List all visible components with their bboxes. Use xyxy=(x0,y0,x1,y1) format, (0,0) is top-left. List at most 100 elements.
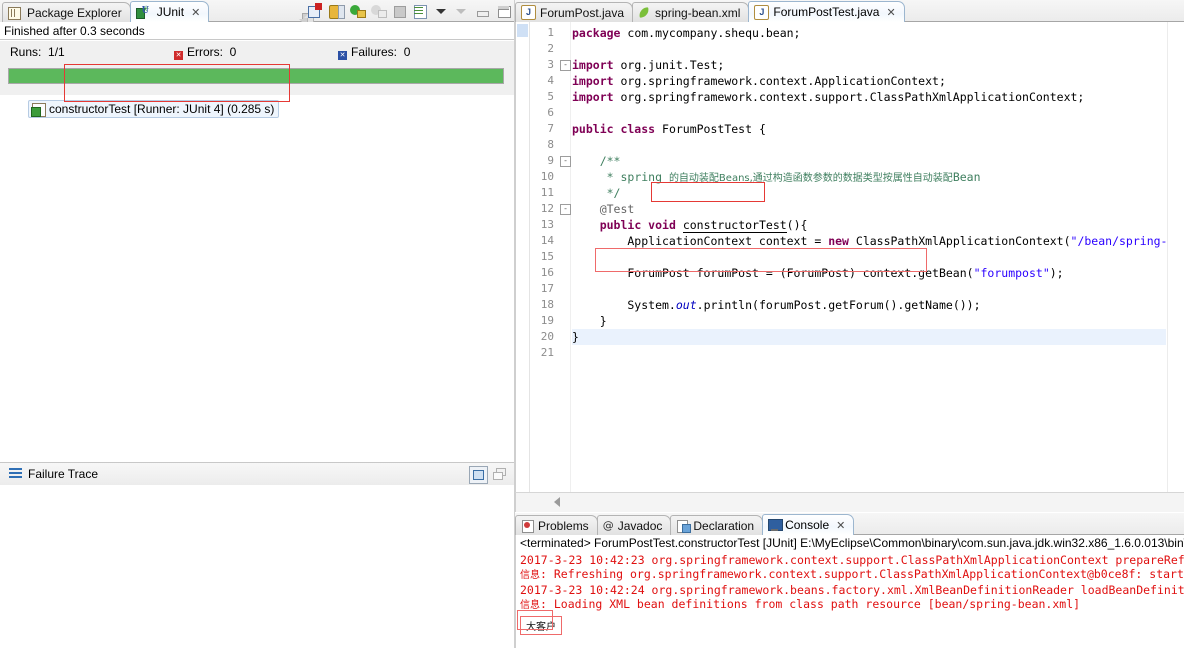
collapse-icon[interactable]: - xyxy=(560,156,571,167)
fold-marker xyxy=(558,137,570,153)
tab-spring-bean-xml[interactable]: spring-bean.xml xyxy=(632,2,750,22)
code-line[interactable]: @Test xyxy=(572,201,1166,217)
folding-ruler[interactable]: - - - xyxy=(558,22,571,495)
code-line[interactable] xyxy=(572,105,1166,121)
collapse-icon[interactable]: - xyxy=(560,60,571,71)
fold-marker xyxy=(558,329,570,345)
code-editor[interactable]: 1 2 3 4 5 6 7 8 9 10 11 12 13 14 15 16 17 18 19 20 21 --- pa… xyxy=(515,22,1184,495)
junit-status-line: Finished after 0.3 seconds xyxy=(0,22,514,40)
code-line[interactable] xyxy=(572,249,1166,265)
line-number: 17 xyxy=(540,282,554,295)
tab-label: ForumPost.java xyxy=(540,5,625,20)
failure-trace-title: Failure Trace xyxy=(28,467,99,481)
tab-label: JUnit xyxy=(156,5,185,19)
scroll-lock-icon[interactable] xyxy=(328,3,345,19)
editor-horizontal-scrollbar[interactable] xyxy=(515,492,1184,512)
fold-marker[interactable]: - xyxy=(558,201,571,217)
fold-marker[interactable]: - xyxy=(558,153,571,169)
code-line[interactable]: * spring 的自动装配Beans,通过构造函数参数的数据类型按属性自动装配… xyxy=(572,169,1166,185)
code-line[interactable] xyxy=(572,345,1166,361)
code-line[interactable]: } xyxy=(572,329,1166,345)
code-line[interactable]: */ xyxy=(572,185,1166,201)
rerun-test-failures-icon[interactable] xyxy=(370,3,387,19)
failures-label: Failures: xyxy=(351,45,398,59)
tab-label: ForumPostTest.java xyxy=(773,5,880,19)
junit-results-tree[interactable]: constructorTest [Runner: JUnit 4] (0.285… xyxy=(0,95,514,463)
line-number: 16 xyxy=(540,266,554,279)
fold-marker[interactable]: - xyxy=(558,57,571,73)
code-line[interactable] xyxy=(572,281,1166,297)
console-line: 信息: Refreshing org.springframework.conte… xyxy=(520,567,1184,581)
failure-trace-menu-icon[interactable] xyxy=(9,468,22,479)
test-progress-bar xyxy=(8,68,504,84)
tab-junit[interactable]: ✳ JUnit ✕ xyxy=(129,1,210,22)
console-view[interactable]: <terminated> ForumPostTest.constructorTe… xyxy=(515,535,1184,648)
collapse-icon[interactable]: - xyxy=(560,204,571,215)
errors-counter: ✕ Errors: 0 xyxy=(174,41,236,63)
editor-vertical-scrollbar[interactable] xyxy=(1167,22,1184,492)
line-number: 15 xyxy=(540,250,554,263)
code-line[interactable]: } xyxy=(572,313,1166,329)
editor-annotation-ruler[interactable] xyxy=(516,22,530,492)
code-line[interactable]: import org.junit.Test; xyxy=(572,57,1166,73)
tabbar-filler xyxy=(853,513,1184,535)
line-number: 6 xyxy=(547,106,554,119)
tab-label: Declaration xyxy=(693,518,755,533)
fold-marker xyxy=(558,41,570,57)
line-number: 20 xyxy=(540,330,554,343)
code-line[interactable]: public class ForumPostTest { xyxy=(572,121,1166,137)
tab-forumposttest-java[interactable]: J ForumPostTest.java ✕ xyxy=(748,1,905,22)
junit-view: Package Explorer ✳ JUnit ✕ xyxy=(0,0,514,648)
close-icon[interactable]: ✕ xyxy=(836,519,845,532)
tab-forumpost-java[interactable]: J ForumPost.java xyxy=(515,2,634,22)
test-run-history-icon[interactable] xyxy=(412,3,428,19)
line-number: 10 xyxy=(540,170,554,183)
console-launch-header: <terminated> ForumPostTest.constructorTe… xyxy=(520,536,1184,550)
failure-trace-header: Failure Trace xyxy=(0,463,514,486)
code-line[interactable]: package com.mycompany.shequ.bean; xyxy=(572,25,1166,41)
restore-icon[interactable] xyxy=(475,3,491,19)
line-number: 2 xyxy=(547,42,554,55)
show-failures-only-icon[interactable] xyxy=(307,3,323,19)
console-line: 信息: Loading XML bean definitions from cl… xyxy=(520,597,1081,611)
code-line[interactable]: public void constructorTest(){ xyxy=(572,217,1166,233)
source-code[interactable]: package com.mycompany.shequ.bean; import… xyxy=(572,22,1166,495)
minimize-icon[interactable] xyxy=(454,3,470,19)
tab-console[interactable]: Console ✕ xyxy=(762,514,855,535)
code-line[interactable] xyxy=(572,41,1166,57)
package-explorer-icon xyxy=(8,6,21,20)
fold-marker xyxy=(558,281,570,297)
rerun-test-icon[interactable] xyxy=(349,3,366,19)
tab-label: Package Explorer xyxy=(27,5,122,20)
line-number: 18 xyxy=(540,298,554,311)
code-line[interactable]: System.out.println(forumPost.getForum().… xyxy=(572,297,1166,313)
compare-result-icon[interactable] xyxy=(469,466,488,484)
java-file-icon: J xyxy=(521,5,536,20)
code-line[interactable] xyxy=(572,137,1166,153)
code-line[interactable]: ApplicationContext context = new ClassPa… xyxy=(572,233,1166,249)
maximize-icon[interactable] xyxy=(496,3,512,19)
tab-javadoc[interactable]: @ Javadoc xyxy=(596,515,672,535)
code-line[interactable]: import org.springframework.context.Appli… xyxy=(572,73,1166,89)
code-line[interactable]: import org.springframework.context.suppo… xyxy=(572,89,1166,105)
stack-trace-filter-icon[interactable] xyxy=(491,466,508,482)
code-line[interactable]: /** xyxy=(572,153,1166,169)
view-menu-caret-icon[interactable] xyxy=(433,3,449,19)
tabbar-filler xyxy=(903,0,1184,22)
javadoc-at-icon: @ xyxy=(602,519,614,532)
scroll-left-arrow-icon[interactable] xyxy=(554,497,560,507)
close-icon[interactable]: ✕ xyxy=(191,6,200,19)
line-number: 1 xyxy=(547,26,554,39)
tab-package-explorer[interactable]: Package Explorer xyxy=(2,2,131,22)
test-progress-fill xyxy=(9,69,503,83)
code-line[interactable]: ForumPost forumPost = (ForumPost) contex… xyxy=(572,265,1166,281)
close-icon[interactable]: ✕ xyxy=(886,6,895,19)
tab-declaration[interactable]: Declaration xyxy=(670,515,764,535)
console-output: 2017-3-23 10:42:23 org.springframework.c… xyxy=(516,553,1184,613)
errors-label: Errors: xyxy=(187,45,223,59)
list-item[interactable]: constructorTest [Runner: JUnit 4] (0.285… xyxy=(28,100,280,118)
stop-icon[interactable] xyxy=(391,3,407,19)
junit-counters-row: Runs: 1/1 ✕ Errors: 0 ✕ Failures: 0 xyxy=(0,41,514,63)
tab-problems[interactable]: Problems xyxy=(515,515,598,535)
failure-trace-body[interactable] xyxy=(0,485,514,648)
